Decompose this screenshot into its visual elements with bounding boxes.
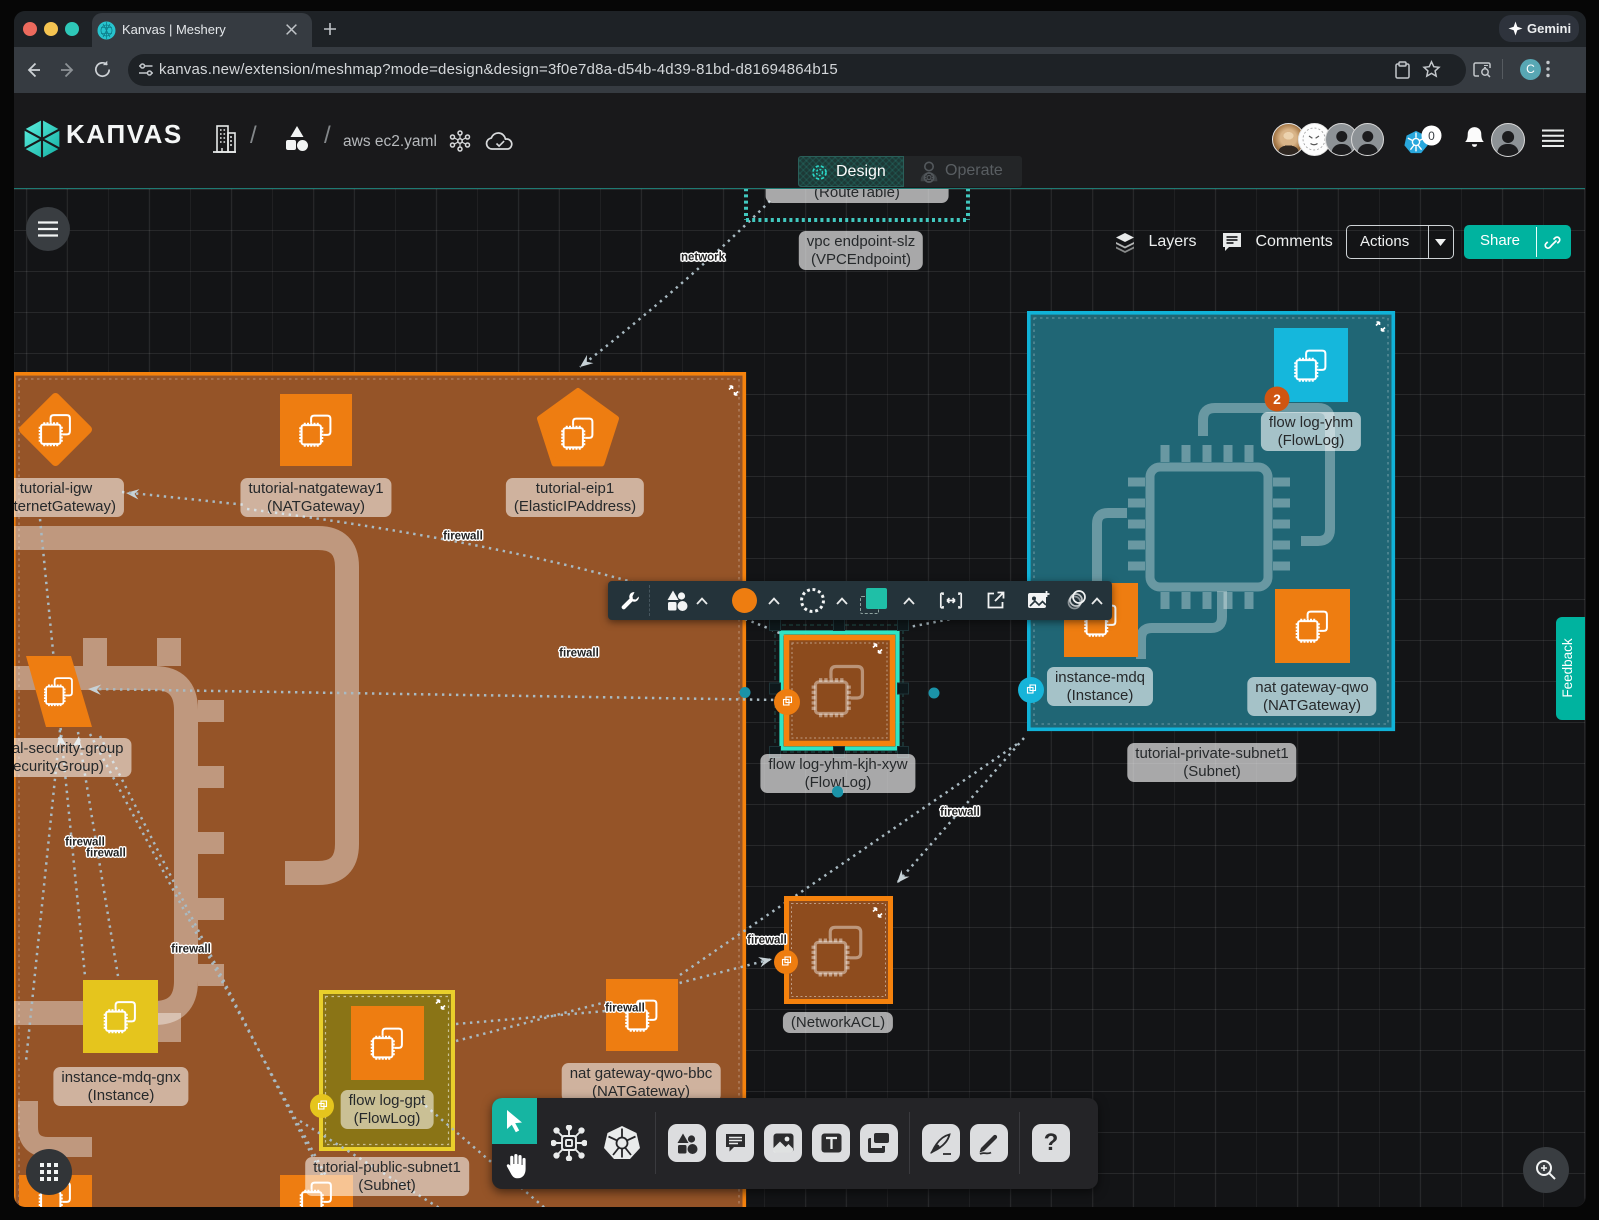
svg-text:2: 2: [1273, 391, 1281, 407]
svg-text:0: 0: [1428, 129, 1435, 143]
